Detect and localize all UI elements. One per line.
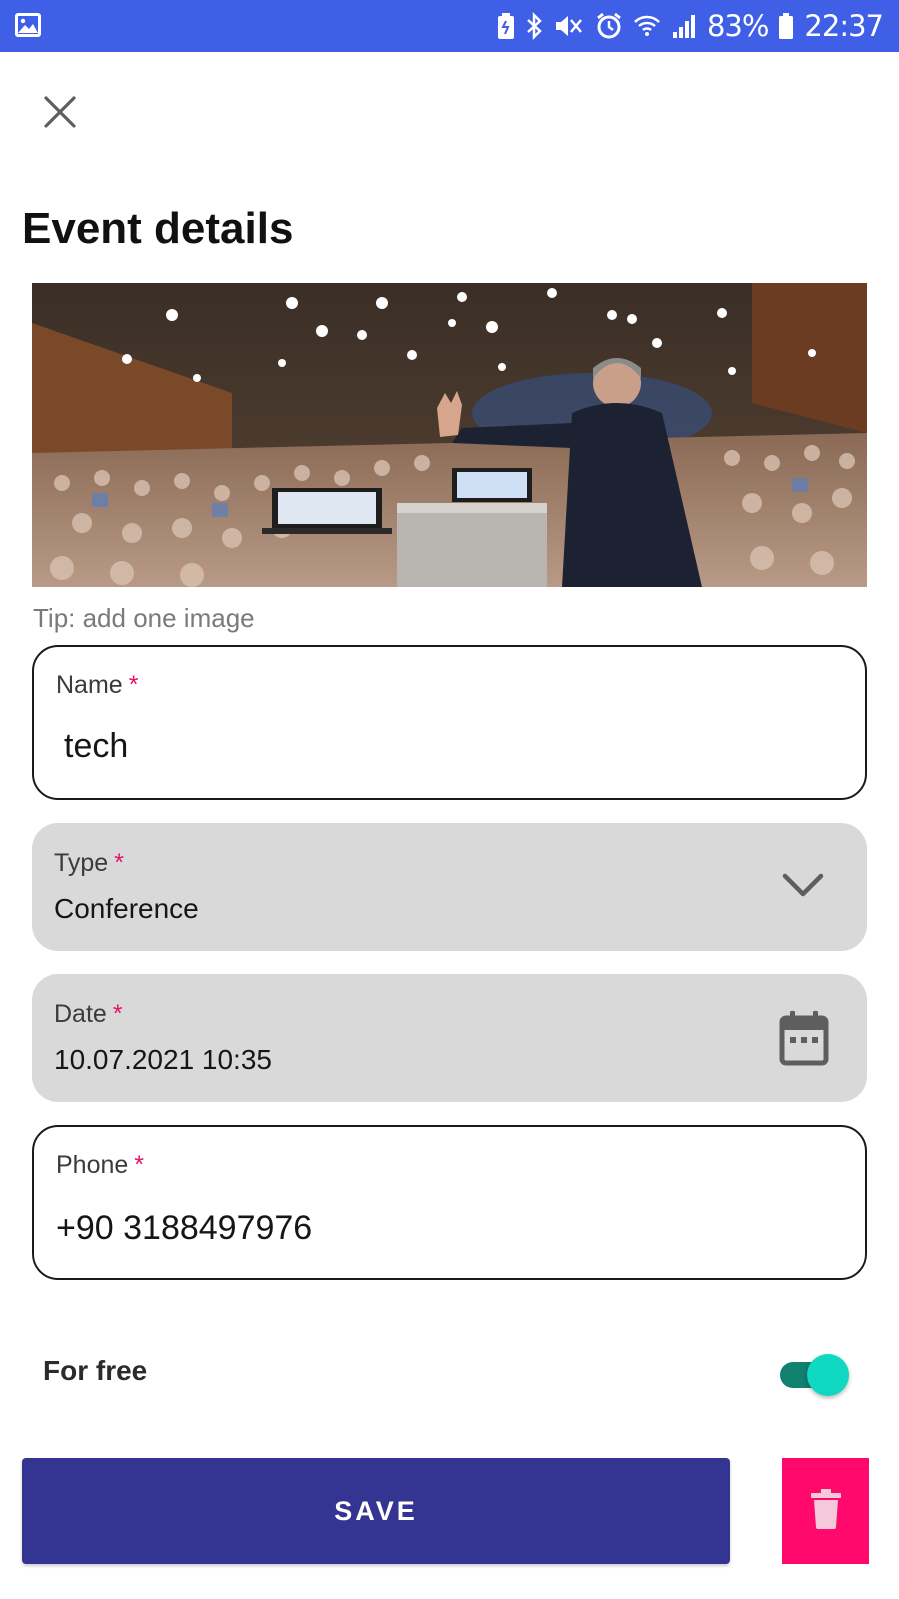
gallery-icon	[14, 12, 42, 43]
close-button[interactable]	[36, 90, 84, 138]
name-value[interactable]: tech	[64, 727, 128, 766]
phone-value[interactable]: +90 3188497976	[56, 1209, 312, 1248]
phone-field[interactable]: Phone * +90 3188497976	[32, 1125, 867, 1280]
vibrate-icon	[553, 12, 585, 40]
wifi-icon	[633, 12, 661, 40]
for-free-label: For free	[43, 1355, 148, 1386]
type-value: Conference	[54, 893, 199, 924]
battery-percent: 83%	[706, 9, 769, 43]
battery-saver-icon	[497, 12, 515, 40]
calendar-icon[interactable]	[779, 1010, 829, 1071]
trash-icon	[810, 1488, 842, 1534]
chevron-down-icon[interactable]	[781, 871, 825, 904]
alarm-icon	[595, 12, 623, 40]
date-field[interactable]: Date * 10.07.2021 10:35	[32, 974, 867, 1102]
page-title: Event details	[22, 204, 294, 253]
battery-icon	[778, 12, 794, 40]
signal-icon	[671, 12, 697, 40]
type-label: Type *	[54, 849, 124, 877]
name-label: Name *	[56, 671, 139, 699]
delete-button[interactable]	[782, 1458, 869, 1564]
phone-label: Phone *	[56, 1151, 145, 1179]
for-free-toggle[interactable]	[780, 1354, 849, 1396]
clock: 22:37	[804, 9, 884, 43]
date-label: Date *	[54, 1000, 123, 1028]
type-dropdown[interactable]: Type * Conference	[32, 823, 867, 951]
image-tip: Tip: add one image	[33, 603, 255, 633]
save-button[interactable]: SAVE	[22, 1458, 730, 1564]
close-icon	[43, 95, 77, 134]
toggle-thumb	[807, 1354, 849, 1396]
date-value: 10.07.2021 10:35	[54, 1044, 272, 1075]
bluetooth-icon	[525, 12, 543, 40]
event-image[interactable]	[32, 283, 867, 587]
name-field[interactable]: Name * tech	[32, 645, 867, 800]
status-bar: 83% 22:37	[0, 0, 899, 52]
